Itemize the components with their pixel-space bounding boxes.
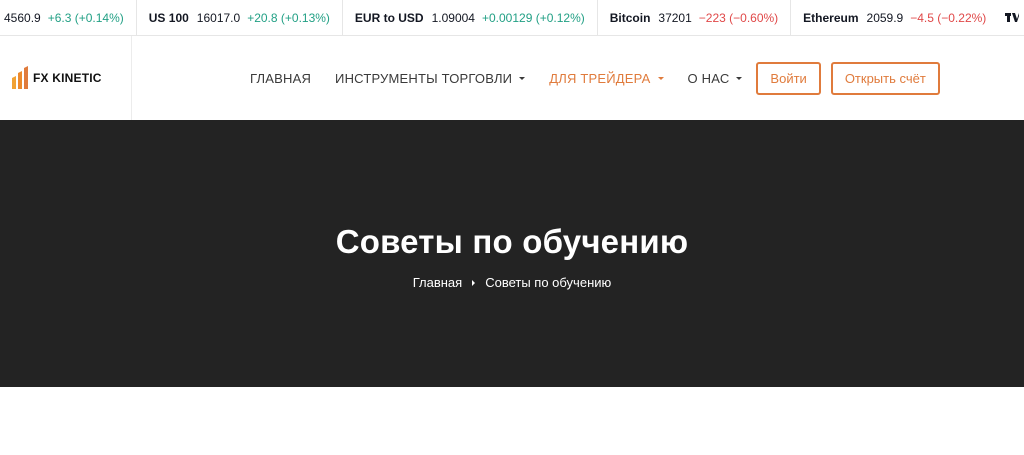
tradingview-icon[interactable] <box>1000 6 1024 30</box>
tradingview-icon-graphic <box>1005 13 1019 22</box>
ticker-symbol: Bitcoin <box>609 11 651 25</box>
ticker-symbol: US 100 <box>148 11 189 25</box>
bar-chart-icon <box>12 66 28 89</box>
breadcrumb-current: Советы по обучению <box>485 275 612 290</box>
caret-down-icon <box>657 77 664 80</box>
ticker-price: 37201 <box>658 11 692 25</box>
ticker-track: 4560.9 +6.3 (+0.14%) US 100 16017.0 +20.… <box>0 0 998 35</box>
ticker-price: 2059.9 <box>866 11 904 25</box>
logo[interactable]: FX KINETIC <box>0 36 132 120</box>
ticker-price: 1.09004 <box>431 11 475 25</box>
nav-item-trading-instruments[interactable]: ИНСТРУМЕНТЫ ТОРГОВЛИ <box>335 70 526 86</box>
ticker-item[interactable]: EUR to USD 1.09004 +0.00129 (+0.12%) <box>343 0 598 35</box>
ticker-price: 16017.0 <box>196 11 241 25</box>
chevron-right-icon <box>472 279 476 286</box>
page-hero: Советы по обучению Главная Советы по обу… <box>0 120 1024 387</box>
login-button[interactable]: Войти <box>756 61 821 95</box>
breadcrumb-home-link[interactable]: Главная <box>413 275 462 290</box>
ticker-change: +0.00129 (+0.12%) <box>481 11 585 25</box>
open-account-button[interactable]: Открыть счёт <box>830 61 940 95</box>
ticker-price: 4560.9 <box>4 11 41 25</box>
ticker-item[interactable]: US 100 16017.0 +20.8 (+0.13%) <box>137 0 343 35</box>
ticker-item[interactable]: Bitcoin 37201 −223 (−0.60%) <box>598 0 792 35</box>
nav-item-about[interactable]: О НАС <box>688 71 743 86</box>
nav-item-label: ИНСТРУМЕНТЫ ТОРГОВЛИ <box>335 70 513 86</box>
ticker-change: −4.5 (−0.22%) <box>910 11 987 25</box>
nav-item-label: О НАС <box>687 70 730 86</box>
ticker-item[interactable]: 4560.9 +6.3 (+0.14%) <box>0 0 137 35</box>
site-header: FX KINETIC ГЛАВНАЯ ИНСТРУМЕНТЫ ТОРГОВЛИ … <box>0 36 1024 120</box>
caret-down-icon <box>736 77 743 80</box>
nav-item-home[interactable]: ГЛАВНАЯ <box>250 71 311 86</box>
caret-down-icon <box>519 77 526 80</box>
main-nav: ГЛАВНАЯ ИНСТРУМЕНТЫ ТОРГОВЛИ ДЛЯ ТРЕЙДЕР… <box>250 36 940 120</box>
page-title: Советы по обучению <box>335 223 689 260</box>
ticker-symbol: Ethereum <box>803 11 859 25</box>
ticker-change: +6.3 (+0.14%) <box>47 11 124 25</box>
nav-item-for-trader[interactable]: ДЛЯ ТРЕЙДЕРА <box>549 70 664 86</box>
breadcrumb: Главная Советы по обучению <box>0 275 1024 290</box>
nav-item-label: ГЛАВНАЯ <box>250 70 312 86</box>
nav-item-label: ДЛЯ ТРЕЙДЕРА <box>549 70 651 86</box>
ticker-bar: 4560.9 +6.3 (+0.14%) US 100 16017.0 +20.… <box>0 0 1024 36</box>
ticker-symbol: EUR to USD <box>354 11 424 25</box>
ticker-item[interactable]: Ethereum 2059.9 −4.5 (−0.22%) <box>791 0 998 35</box>
logo-text: FX KINETIC <box>33 71 102 85</box>
ticker-change: −223 (−0.60%) <box>698 11 779 25</box>
ticker-change: +20.8 (+0.13%) <box>247 11 330 25</box>
